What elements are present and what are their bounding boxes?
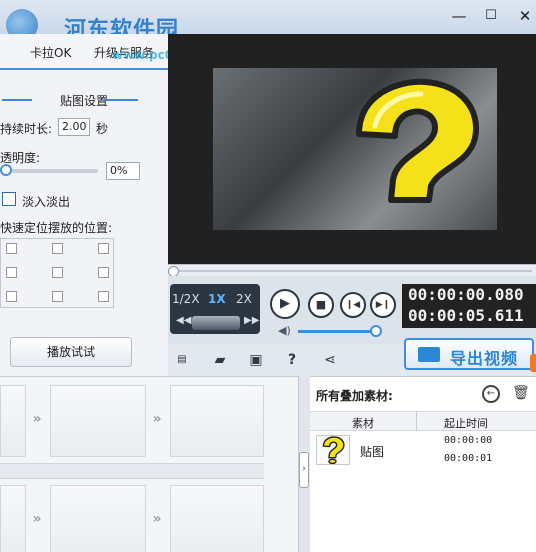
column-time: 起止时间: [444, 417, 488, 430]
storyboard-slot[interactable]: [50, 385, 146, 457]
fast-forward-icon[interactable]: ▶▶: [244, 315, 259, 326]
playback-controls: 1/2X 1X 2X ◀◀ ▶▶ ▶ ■ ❙◀ ▶❙ ◀) 00:00:00.0…: [168, 276, 536, 344]
help-icon[interactable]: ?: [282, 350, 302, 370]
jog-wheel[interactable]: [192, 316, 240, 330]
chevron-right-icon: »: [152, 411, 162, 427]
material-start-time: 00:00:00: [444, 435, 493, 446]
minimize-button[interactable]: —: [448, 6, 470, 26]
menu-item-karaoke[interactable]: 卡拉OK: [30, 44, 71, 61]
close-button[interactable]: ✕: [514, 6, 536, 26]
question-mark-sticker-icon[interactable]: [339, 76, 489, 230]
speed-panel: 1/2X 1X 2X ◀◀ ▶▶: [170, 284, 260, 334]
material-end-time: 00:00:01: [444, 453, 493, 464]
material-thumbnail: [316, 435, 350, 465]
export-icon: [418, 347, 440, 362]
materials-title: 所有叠加素材:: [316, 389, 393, 403]
next-frame-icon[interactable]: ▶❙: [370, 292, 396, 318]
play-icon[interactable]: ▶: [270, 289, 300, 319]
opacity-input[interactable]: 0%: [106, 162, 140, 180]
position-middle-right[interactable]: [98, 267, 109, 278]
volume-icon[interactable]: ◀): [278, 324, 291, 337]
sticker-settings-title: 贴图设置: [59, 94, 108, 108]
table-row[interactable]: 贴图 00:00:00 00:00:01: [310, 431, 536, 471]
chevron-right-icon: »: [32, 411, 42, 427]
column-material: 素材: [352, 417, 374, 430]
timecode-display: 00:00:00.080 00:00:05.611: [402, 284, 536, 328]
position-label: 快速定位摆放的位置:: [0, 221, 113, 235]
storyboard-slot[interactable]: [50, 485, 146, 552]
rewind-icon[interactable]: ◀◀: [176, 315, 191, 326]
position-top-center[interactable]: [52, 243, 63, 254]
position-bottom-left[interactable]: [6, 291, 17, 302]
video-frame: [213, 68, 497, 230]
preview-play-button[interactable]: 播放试试: [10, 337, 132, 367]
column-separator: [416, 411, 417, 431]
opacity-slider[interactable]: [4, 169, 98, 173]
storyboard-slot[interactable]: [170, 485, 264, 552]
position-top-left[interactable]: [6, 243, 17, 254]
position-bottom-right[interactable]: [98, 291, 109, 302]
opacity-slider-handle[interactable]: [0, 164, 12, 176]
storyboard-slot[interactable]: [170, 385, 264, 457]
title-divider-right: [104, 99, 138, 101]
export-video-label: 导出视频: [450, 349, 519, 368]
position-top-right[interactable]: [98, 243, 109, 254]
sticker-settings-panel: 贴图设置 持续时长: 2.00 秒 透明度: 0% 淡入淡出 快速定位摆放的位置…: [0, 68, 168, 376]
fade-checkbox[interactable]: [2, 192, 16, 206]
export-video-button[interactable]: 导出视频: [404, 338, 534, 370]
fade-label: 淡入淡出: [22, 195, 71, 209]
position-center[interactable]: [52, 267, 63, 278]
position-grid: [0, 238, 114, 308]
speed-double-button[interactable]: 2X: [236, 292, 252, 306]
side-tab-icon[interactable]: [530, 354, 536, 372]
duration-label: 持续时长:: [0, 122, 53, 136]
maximize-button[interactable]: ☐: [480, 6, 502, 26]
chevron-right-icon: »: [32, 511, 42, 527]
toolbar: ▤ ▰ ▣ ? ⋖ 导出视频: [168, 338, 536, 376]
save-icon[interactable]: ▣: [246, 350, 266, 370]
storyboard: » » » »: [0, 376, 298, 552]
position-middle-left[interactable]: [6, 267, 17, 278]
speed-half-button[interactable]: 1/2X: [172, 292, 200, 306]
duration-unit: 秒: [96, 122, 109, 136]
collapse-panel-icon[interactable]: ›: [299, 452, 309, 488]
share-icon[interactable]: ⋖: [320, 350, 340, 370]
volume-slider-handle[interactable]: [370, 325, 382, 337]
previous-frame-icon[interactable]: ❙◀: [340, 292, 366, 318]
progress-track: [176, 270, 532, 272]
storyboard-divider: [0, 463, 264, 479]
speed-normal-button[interactable]: 1X: [208, 292, 226, 306]
new-project-icon[interactable]: ▤: [172, 350, 192, 370]
volume-slider[interactable]: [298, 330, 376, 333]
chevron-right-icon: »: [152, 511, 162, 527]
stop-icon[interactable]: ■: [308, 292, 334, 318]
back-icon[interactable]: ←: [482, 385, 500, 403]
title-bar: 河东软件园 — ☐ ✕: [0, 0, 536, 43]
trash-icon[interactable]: 🗑: [512, 385, 530, 401]
duration-input[interactable]: 2.00: [58, 118, 90, 136]
overlay-materials-panel: 所有叠加素材: ← 🗑 素材 起止时间 贴图 00:00:00 00:00:01: [310, 376, 536, 552]
playback-progress-bar[interactable]: [168, 264, 536, 277]
question-mark-icon: [322, 436, 345, 465]
position-bottom-center[interactable]: [52, 291, 63, 302]
storyboard-slot[interactable]: [0, 485, 26, 552]
material-name: 贴图: [360, 445, 385, 459]
total-time: 00:00:05.611: [408, 306, 524, 325]
panel-splitter[interactable]: ›: [298, 376, 310, 552]
storyboard-slot[interactable]: [0, 385, 26, 457]
current-time: 00:00:00.080: [408, 285, 524, 304]
materials-header: 素材 起止时间: [310, 411, 536, 431]
open-folder-icon[interactable]: ▰: [210, 350, 230, 370]
